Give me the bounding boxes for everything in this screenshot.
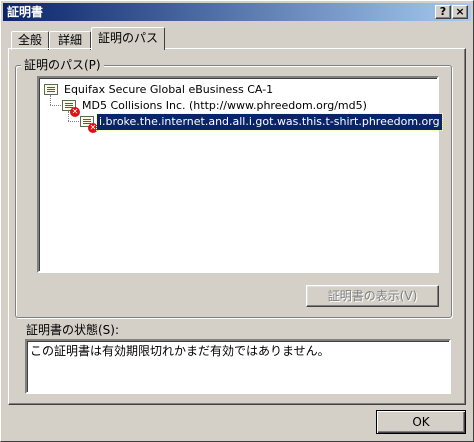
cert-status-text[interactable]: この証明書は有効期限切れかまだ有効ではありません。 (25, 339, 451, 394)
help-button[interactable]: ? (435, 5, 451, 19)
tree-item-label: i.broke.the.internet.and.all.i.got.was.t… (96, 113, 443, 131)
view-certificate-button[interactable]: 証明書の表示(V) (306, 285, 439, 307)
tree-connector (68, 121, 79, 122)
tab-certification-path[interactable]: 証明のパス (91, 27, 165, 50)
tree-connector (50, 95, 51, 105)
tree-connector (68, 111, 69, 121)
tree-item-label: MD5 Collisions Inc. (http://www.phreedom… (82, 99, 367, 112)
window-title: 証明書 (7, 5, 44, 19)
certificate-icon (44, 84, 58, 95)
certificate-error-icon: ✕ (80, 116, 98, 133)
certificate-error-icon: ✕ (62, 100, 80, 117)
tree-item-label: Equifax Secure Global eBusiness CA-1 (64, 83, 274, 96)
title-bar[interactable]: 証明書 ? × (3, 3, 471, 21)
cert-status-label: 証明書の状態(S): (26, 323, 120, 337)
tree-connector (50, 105, 61, 106)
cert-path-label: 証明のパス(P) (21, 57, 104, 73)
error-x-icon: ✕ (70, 107, 80, 117)
close-button[interactable]: × (452, 5, 468, 19)
cert-path-tree[interactable]: Equifax Secure Global eBusiness CA-1 ✕ M… (37, 76, 443, 273)
ok-button[interactable]: OK (376, 410, 466, 434)
